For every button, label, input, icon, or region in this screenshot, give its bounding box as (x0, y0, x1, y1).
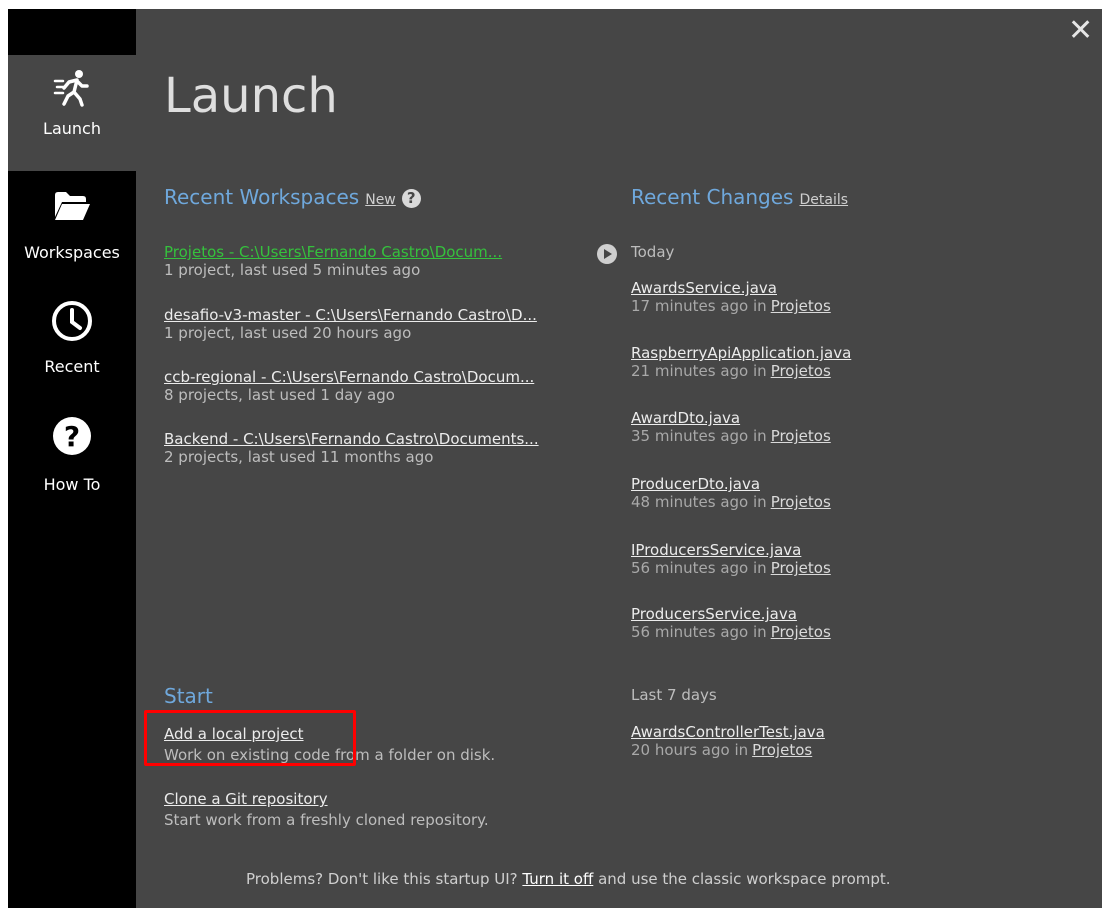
change-item: AwardDto.java 35 minutes ago in Projetos (631, 408, 1081, 445)
close-icon[interactable]: ✕ (1068, 16, 1093, 46)
change-time: 35 minutes ago in (631, 427, 767, 445)
change-item: AwardsControllerTest.java 20 hours ago i… (631, 722, 1081, 759)
workspace-link[interactable]: Backend - C:\Users\Fernando Castro\Docum… (164, 430, 620, 448)
footer-text-before: Problems? Don't like this startup UI? (246, 870, 518, 888)
change-file-link[interactable]: ProducersService.java (631, 605, 797, 623)
play-icon[interactable] (597, 244, 617, 264)
clone-git-repository-link[interactable]: Clone a Git repository (164, 790, 328, 808)
sidebar-item-launch[interactable]: Launch (8, 55, 136, 171)
workspace-desc: 1 project, last used 5 minutes ago (164, 261, 421, 279)
workspace-desc: 8 projects, last used 1 day ago (164, 386, 395, 404)
sidebar-item-label: Recent (44, 357, 100, 376)
details-link[interactable]: Details (799, 192, 848, 208)
turn-it-off-link[interactable]: Turn it off (522, 870, 593, 888)
clock-icon (52, 301, 92, 341)
change-file-link[interactable]: RaspberryApiApplication.java (631, 344, 851, 362)
recent-changes-heading: Recent Changes (631, 185, 794, 209)
recent-changes-header: Recent Changes Details (631, 185, 848, 209)
sidebar-item-recent[interactable]: Recent (8, 299, 136, 389)
changes-group-label: Last 7 days (631, 686, 717, 704)
change-time: 56 minutes ago in (631, 623, 767, 641)
change-project-link[interactable]: Projetos (752, 741, 812, 759)
left-strip (0, 9, 8, 908)
workspace-item: Backend - C:\Users\Fernando Castro\Docum… (164, 430, 620, 466)
footer: Problems? Don't like this startup UI? Tu… (246, 870, 891, 888)
footer-text-after: and use the classic workspace prompt. (598, 870, 891, 888)
workspace-link[interactable]: desafio-v3-master - C:\Users\Fernando Ca… (164, 306, 620, 324)
sidebar: Launch Workspaces Recent ? How To (8, 9, 136, 908)
workspace-item: ccb-regional - C:\Users\Fernando Castro\… (164, 368, 620, 404)
workspace-desc: 2 projects, last used 11 months ago (164, 448, 434, 466)
sidebar-item-workspaces[interactable]: Workspaces (8, 187, 136, 277)
workspace-desc: 1 project, last used 20 hours ago (164, 324, 412, 342)
change-item: RaspberryApiApplication.java 21 minutes … (631, 343, 1081, 380)
svg-text:?: ? (64, 420, 80, 453)
help-icon: ? (53, 417, 91, 455)
change-time: 56 minutes ago in (631, 559, 767, 577)
change-time: 20 hours ago in (631, 741, 749, 759)
change-time: 48 minutes ago in (631, 493, 767, 511)
sidebar-item-label: Launch (43, 119, 101, 138)
change-item: ProducerDto.java 48 minutes ago in Projet… (631, 474, 1081, 511)
new-workspace-link[interactable]: New (365, 192, 396, 208)
top-strip (8, 0, 1102, 9)
folder-icon (55, 192, 90, 220)
page-title: Launch (164, 68, 338, 124)
change-file-link[interactable]: AwardsControllerTest.java (631, 723, 825, 741)
change-project-link[interactable]: Projetos (771, 559, 831, 577)
change-file-link[interactable]: ProducerDto.java (631, 475, 760, 493)
recent-workspaces-heading: Recent Workspaces (164, 185, 360, 209)
change-time: 17 minutes ago in (631, 297, 767, 315)
running-person-icon (53, 70, 89, 107)
sidebar-item-how-to[interactable]: ? How To (8, 415, 136, 505)
workspace-item: desafio-v3-master - C:\Users\Fernando Ca… (164, 306, 620, 342)
highlight-box (144, 710, 356, 766)
change-project-link[interactable]: Projetos (771, 362, 831, 380)
changes-group-label: Today (631, 243, 675, 261)
start-heading: Start (164, 684, 213, 708)
workspace-link[interactable]: ccb-regional - C:\Users\Fernando Castro\… (164, 368, 620, 386)
change-project-link[interactable]: Projetos (771, 623, 831, 641)
change-project-link[interactable]: Projetos (771, 493, 831, 511)
workspace-item: Projetos - C:\Users\Fernando Castro\Docu… (164, 243, 620, 279)
change-file-link[interactable]: IProducersService.java (631, 541, 801, 559)
start-item-desc: Start work from a freshly cloned reposit… (164, 811, 489, 829)
sidebar-item-label: Workspaces (24, 243, 120, 262)
change-item: IProducersService.java 56 minutes ago in… (631, 540, 1081, 577)
recent-workspaces-header: Recent Workspaces New? (164, 185, 421, 209)
start-item-clone-git: Clone a Git repository Start work from a… (164, 789, 489, 829)
help-icon[interactable]: ? (401, 189, 421, 208)
change-time: 21 minutes ago in (631, 362, 767, 380)
change-project-link[interactable]: Projetos (771, 297, 831, 315)
change-file-link[interactable]: AwardDto.java (631, 409, 740, 427)
change-project-link[interactable]: Projetos (771, 427, 831, 445)
change-file-link[interactable]: AwardsService.java (631, 279, 777, 297)
workspace-link[interactable]: Projetos - C:\Users\Fernando Castro\Docu… (164, 243, 576, 261)
change-item: ProducersService.java 56 minutes ago in P… (631, 604, 1081, 641)
change-item: AwardsService.java 17 minutes ago in Proj… (631, 278, 1081, 315)
sidebar-item-label: How To (43, 475, 101, 494)
